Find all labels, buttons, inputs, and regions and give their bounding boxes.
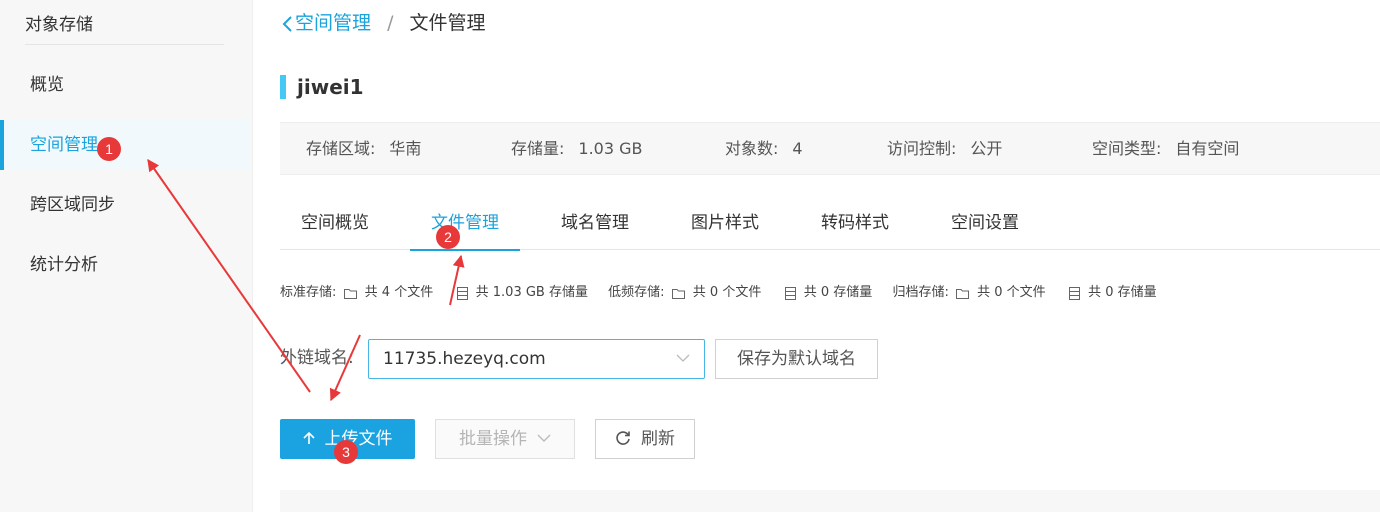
breadcrumb-back-label: 空间管理 — [295, 12, 372, 34]
tab-domain-management[interactable]: 域名管理 — [540, 200, 650, 249]
info-type: 空间类型: 自有空间 — [1092, 123, 1239, 174]
annotation-badge-3: 3 — [334, 440, 358, 464]
tab-image-styles[interactable]: 图片样式 — [670, 200, 780, 249]
storage-standard: 标准存储: 共 4 个文件 共 1.03 GB 存储量 — [280, 282, 588, 305]
bucket-name: jiwei1 — [297, 75, 364, 99]
sidebar-title: 对象存储 — [25, 15, 93, 35]
storage-standard-label: 标准存储: — [280, 285, 337, 300]
sidebar: 对象存储 概览 空间管理 跨区域同步 统计分析 — [0, 0, 253, 512]
storage-icon — [1068, 286, 1080, 300]
storage-infrequent: 低频存储: 共 0 个文件 共 0 存储量 — [608, 282, 872, 305]
arrow-up-icon — [302, 431, 315, 444]
domain-select[interactable]: 11735.hezeyq.com — [368, 339, 705, 379]
refresh-label: 刷新 — [641, 429, 675, 449]
breadcrumb-current: 文件管理 — [409, 12, 486, 34]
bucket-title-marker — [280, 75, 286, 99]
info-access-value: 公开 — [970, 139, 1003, 158]
file-table-header — [280, 490, 1380, 512]
refresh-button[interactable]: 刷新 — [595, 419, 695, 459]
info-type-label: 空间类型: — [1092, 139, 1162, 158]
sidebar-item-statistics[interactable]: 统计分析 — [0, 240, 250, 290]
info-objects-label: 对象数: — [725, 139, 779, 158]
batch-operation-label: 批量操作 — [459, 429, 527, 449]
info-type-value: 自有空间 — [1175, 139, 1240, 158]
folder-icon — [343, 288, 357, 299]
storage-archive-label: 归档存储: — [892, 285, 949, 300]
sidebar-item-overview[interactable]: 概览 — [0, 60, 250, 110]
info-objects-value: 4 — [792, 139, 803, 158]
storage-summary: 标准存储: 共 4 个文件 共 1.03 GB 存储量 低频存储: 共 0 个文… — [280, 282, 1173, 304]
domain-label: 外链域名: — [280, 348, 354, 368]
tab-space-overview[interactable]: 空间概览 — [280, 200, 390, 249]
domain-selected-value: 11735.hezeyq.com — [383, 349, 546, 369]
breadcrumb-back-link[interactable]: 空间管理 — [282, 12, 377, 34]
batch-operation-button[interactable]: 批量操作 — [435, 419, 575, 459]
chevron-left-icon — [282, 15, 292, 32]
annotation-badge-1: 1 — [97, 137, 121, 161]
folder-icon — [955, 288, 969, 299]
annotation-badge-2: 2 — [436, 225, 460, 249]
storage-archive-files: 共 0 个文件 — [977, 285, 1046, 300]
info-access: 访问控制: 公开 — [887, 123, 1002, 174]
sidebar-item-space-management[interactable]: 空间管理 — [0, 120, 250, 170]
storage-standard-files: 共 4 个文件 — [364, 285, 434, 300]
storage-infrequent-size: 共 0 存储量 — [803, 285, 873, 300]
sidebar-item-cross-region-sync[interactable]: 跨区域同步 — [0, 180, 250, 230]
info-region-label: 存储区域: — [306, 139, 376, 158]
chevron-down-icon — [676, 354, 690, 362]
info-region: 存储区域: 华南 — [306, 123, 421, 174]
info-storage: 存储量: 1.03 GB — [511, 123, 643, 174]
info-storage-label: 存储量: — [511, 139, 565, 158]
save-default-domain-button[interactable]: 保存为默认域名 — [715, 339, 878, 379]
info-region-value: 华南 — [389, 139, 422, 158]
storage-icon — [784, 286, 796, 300]
storage-icon — [456, 286, 468, 300]
info-access-label: 访问控制: — [887, 139, 957, 158]
storage-archive-size: 共 0 存储量 — [1088, 285, 1157, 300]
storage-infrequent-files: 共 0 个文件 — [692, 285, 762, 300]
refresh-icon — [616, 430, 630, 445]
breadcrumb: 空间管理 / 文件管理 — [282, 10, 486, 36]
storage-archive: 归档存储: 共 0 个文件 共 0 存储量 — [892, 282, 1156, 305]
info-storage-value: 1.03 GB — [578, 139, 643, 158]
info-objects: 对象数: 4 — [725, 123, 803, 174]
chevron-down-icon — [537, 434, 551, 442]
tab-file-management[interactable]: 文件管理 — [410, 200, 520, 251]
folder-icon — [671, 288, 685, 299]
bucket-info-bar: 存储区域: 华南 存储量: 1.03 GB 对象数: 4 访问控制: 公开 空间类型: 自… — [280, 122, 1380, 175]
tab-space-settings[interactable]: 空间设置 — [930, 200, 1040, 249]
breadcrumb-separator: / — [387, 12, 394, 34]
storage-infrequent-label: 低频存储: — [608, 285, 665, 300]
storage-standard-size: 共 1.03 GB 存储量 — [475, 285, 588, 300]
tab-transcode-styles[interactable]: 转码样式 — [800, 200, 910, 249]
sidebar-divider — [25, 44, 224, 45]
